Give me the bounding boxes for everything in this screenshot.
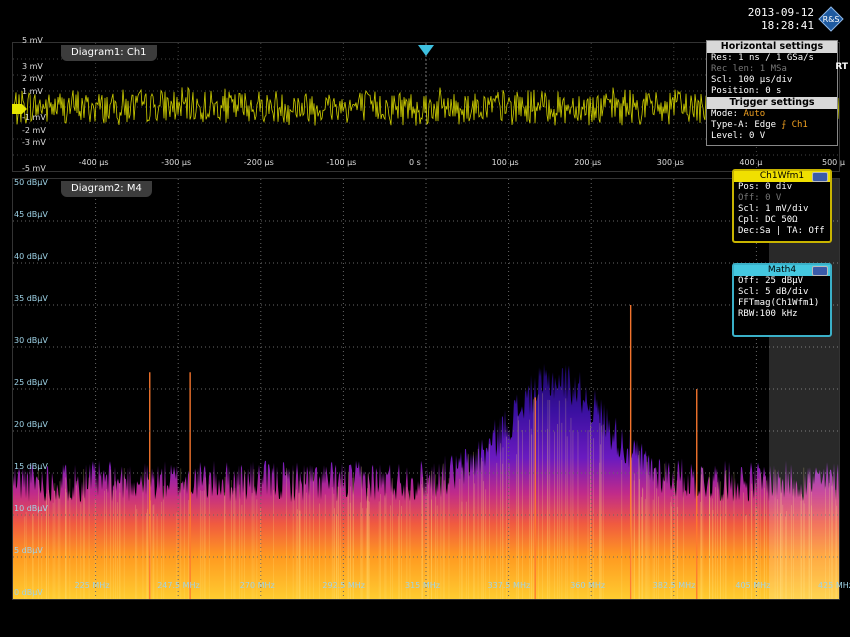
info-row: Off: 0 V xyxy=(738,193,782,203)
y-tick-label: 35 dBµV xyxy=(14,294,48,303)
x-tick-label: 225 MHz xyxy=(74,581,110,590)
horizontal-settings-header[interactable]: Horizontal settings xyxy=(707,41,837,53)
math4-info-box[interactable]: Math4 Off: 25 dBµV Scl: 5 dB/div FFTmag(Ch… xyxy=(732,263,832,337)
x-tick-label: 337.5 MHz xyxy=(487,581,531,590)
y-tick-label: 2 mV xyxy=(22,74,43,84)
y-tick-label: 15 dBµV xyxy=(14,462,48,471)
x-tick-label: 270 MHz xyxy=(239,581,275,590)
info-row: Cpl: DC 50Ω xyxy=(738,215,798,225)
horizontal-row[interactable]: Position: 0 s xyxy=(707,86,837,97)
row-value: 1 MSa xyxy=(754,64,787,74)
info-row: Scl: 1 mV/div xyxy=(738,204,809,214)
diagram2-plot[interactable] xyxy=(13,179,839,599)
info-row: Off: 25 dBµV xyxy=(738,276,804,286)
x-tick-label: 200 µs xyxy=(574,158,602,167)
y-tick-label: 20 dBµV xyxy=(14,420,48,429)
x-tick-label: 360 MHz xyxy=(570,581,606,590)
x-tick-label: -300 µs xyxy=(161,158,192,167)
minimize-icon[interactable] xyxy=(812,266,828,276)
y-tick-label: 10 dBµV xyxy=(14,504,48,513)
trigger-type-row[interactable]: Type-A: Edge ⨍ Ch1 xyxy=(707,120,837,131)
info-row: FFTmag(Ch1Wfm1) xyxy=(738,298,820,308)
y-tick-label: 1 mV xyxy=(22,87,43,97)
rising-edge-icon: ⨍ xyxy=(781,120,787,130)
trigger-position-marker-icon[interactable] xyxy=(418,42,434,61)
x-tick-label: -100 µs xyxy=(326,158,357,167)
info-row: Pos: 0 div xyxy=(738,182,793,192)
ch1-ground-marker-icon[interactable] xyxy=(12,100,28,119)
y-tick-label: -3 mV xyxy=(22,138,46,148)
x-tick-label: 315 MHz xyxy=(405,581,440,590)
x-tick-label: 247.5 MHz xyxy=(157,581,200,590)
x-tick-label: 400 µ xyxy=(739,158,763,167)
row-value: 1 ns / 1 GSa/s xyxy=(732,53,814,63)
horizontal-row[interactable]: Res: 1 ns / 1 GSa/s xyxy=(707,53,837,64)
x-tick-label: 292.5 MHz xyxy=(322,581,365,590)
info-row: Dec:Sa | TA: Off xyxy=(738,226,825,236)
y-tick-label: 40 dBµV xyxy=(14,252,48,261)
x-tick-label: -400 µs xyxy=(78,158,109,167)
x-tick-label: -200 µs xyxy=(243,158,274,167)
horizontal-row[interactable]: Scl: 100 µs/div xyxy=(707,75,837,86)
time-text: 18:28:41 xyxy=(761,19,814,32)
info-row: RBW:100 kHz xyxy=(738,309,798,319)
trigger-mode-row[interactable]: Mode: Auto xyxy=(707,109,837,120)
row-value: 0 s xyxy=(759,86,782,96)
info-row: Scl: 5 dB/div xyxy=(738,287,809,297)
top-bar xyxy=(0,0,850,40)
date-text: 2013-09-12 xyxy=(747,6,814,19)
row-key: Scl: xyxy=(711,75,733,85)
horizontal-settings-rows: Res: 1 ns / 1 GSa/s Rec len: 1 MSa Scl: 10… xyxy=(707,53,837,97)
ch1wfm1-rows: Pos: 0 div Off: 0 V Scl: 1 mV/div Cpl: DC 5… xyxy=(734,182,830,237)
trigger-settings-header[interactable]: Trigger settings xyxy=(707,97,837,109)
minimize-icon[interactable] xyxy=(812,172,828,182)
x-tick-label: 425 MHz xyxy=(818,581,850,590)
y-tick-label: 30 dBµV xyxy=(14,336,48,345)
y-tick-label: 25 dBµV xyxy=(14,378,48,387)
ch1wfm1-info-box[interactable]: Ch1Wfm1 Pos: 0 div Off: 0 V Scl: 1 mV/div C… xyxy=(732,169,832,243)
y-tick-label: 45 dBµV xyxy=(14,210,48,219)
y-tick-label: -2 mV xyxy=(22,125,46,135)
horizontal-row[interactable]: Rec len: 1 MSa xyxy=(707,64,837,75)
x-tick-label: 500 µ xyxy=(822,158,845,167)
diagram2-title[interactable]: Diagram2: M4 xyxy=(61,181,152,197)
y-tick-label: 5 mV xyxy=(22,36,43,45)
trigger-level-row[interactable]: Level: 0 V xyxy=(707,131,837,142)
y-tick-label: 50 dBµV xyxy=(14,178,48,187)
x-tick-label: 0 s xyxy=(409,158,421,167)
rs-logo-icon[interactable]: R&S xyxy=(818,6,844,32)
math4-rows: Off: 25 dBµV Scl: 5 dB/div FFTmag(Ch1Wfm1)… xyxy=(734,276,830,320)
diagram1-title[interactable]: Diagram1: Ch1 xyxy=(61,45,157,61)
diagram2-spectrum[interactable]: Diagram2: M4 xyxy=(12,178,840,600)
math4-header[interactable]: Math4 xyxy=(734,265,830,276)
x-tick-label: 382.5 MHz xyxy=(652,581,696,590)
row-key: Position: xyxy=(711,86,760,96)
x-tick-label: 405 MHz xyxy=(735,581,771,590)
datetime: 2013-09-12 18:28:41 xyxy=(748,6,814,32)
realtime-badge: RT xyxy=(835,62,848,72)
y-tick-label: -5 mV xyxy=(22,164,46,173)
settings-panel[interactable]: Horizontal settings Res: 1 ns / 1 GSa/s R… xyxy=(706,40,838,146)
x-tick-label: 300 µs xyxy=(656,158,684,167)
x-tick-label: 100 µs xyxy=(491,158,519,167)
row-key: Rec len: xyxy=(711,64,755,74)
row-value: 100 µs/div xyxy=(732,75,793,85)
ch1wfm1-header[interactable]: Ch1Wfm1 xyxy=(734,171,830,182)
y-tick-label: 5 dBµV xyxy=(14,546,43,555)
y-tick-label: 3 mV xyxy=(22,61,43,71)
row-key: Res: xyxy=(711,53,733,63)
y-tick-label: 0 dBµV xyxy=(14,588,43,597)
svg-text:R&S: R&S xyxy=(823,15,840,24)
